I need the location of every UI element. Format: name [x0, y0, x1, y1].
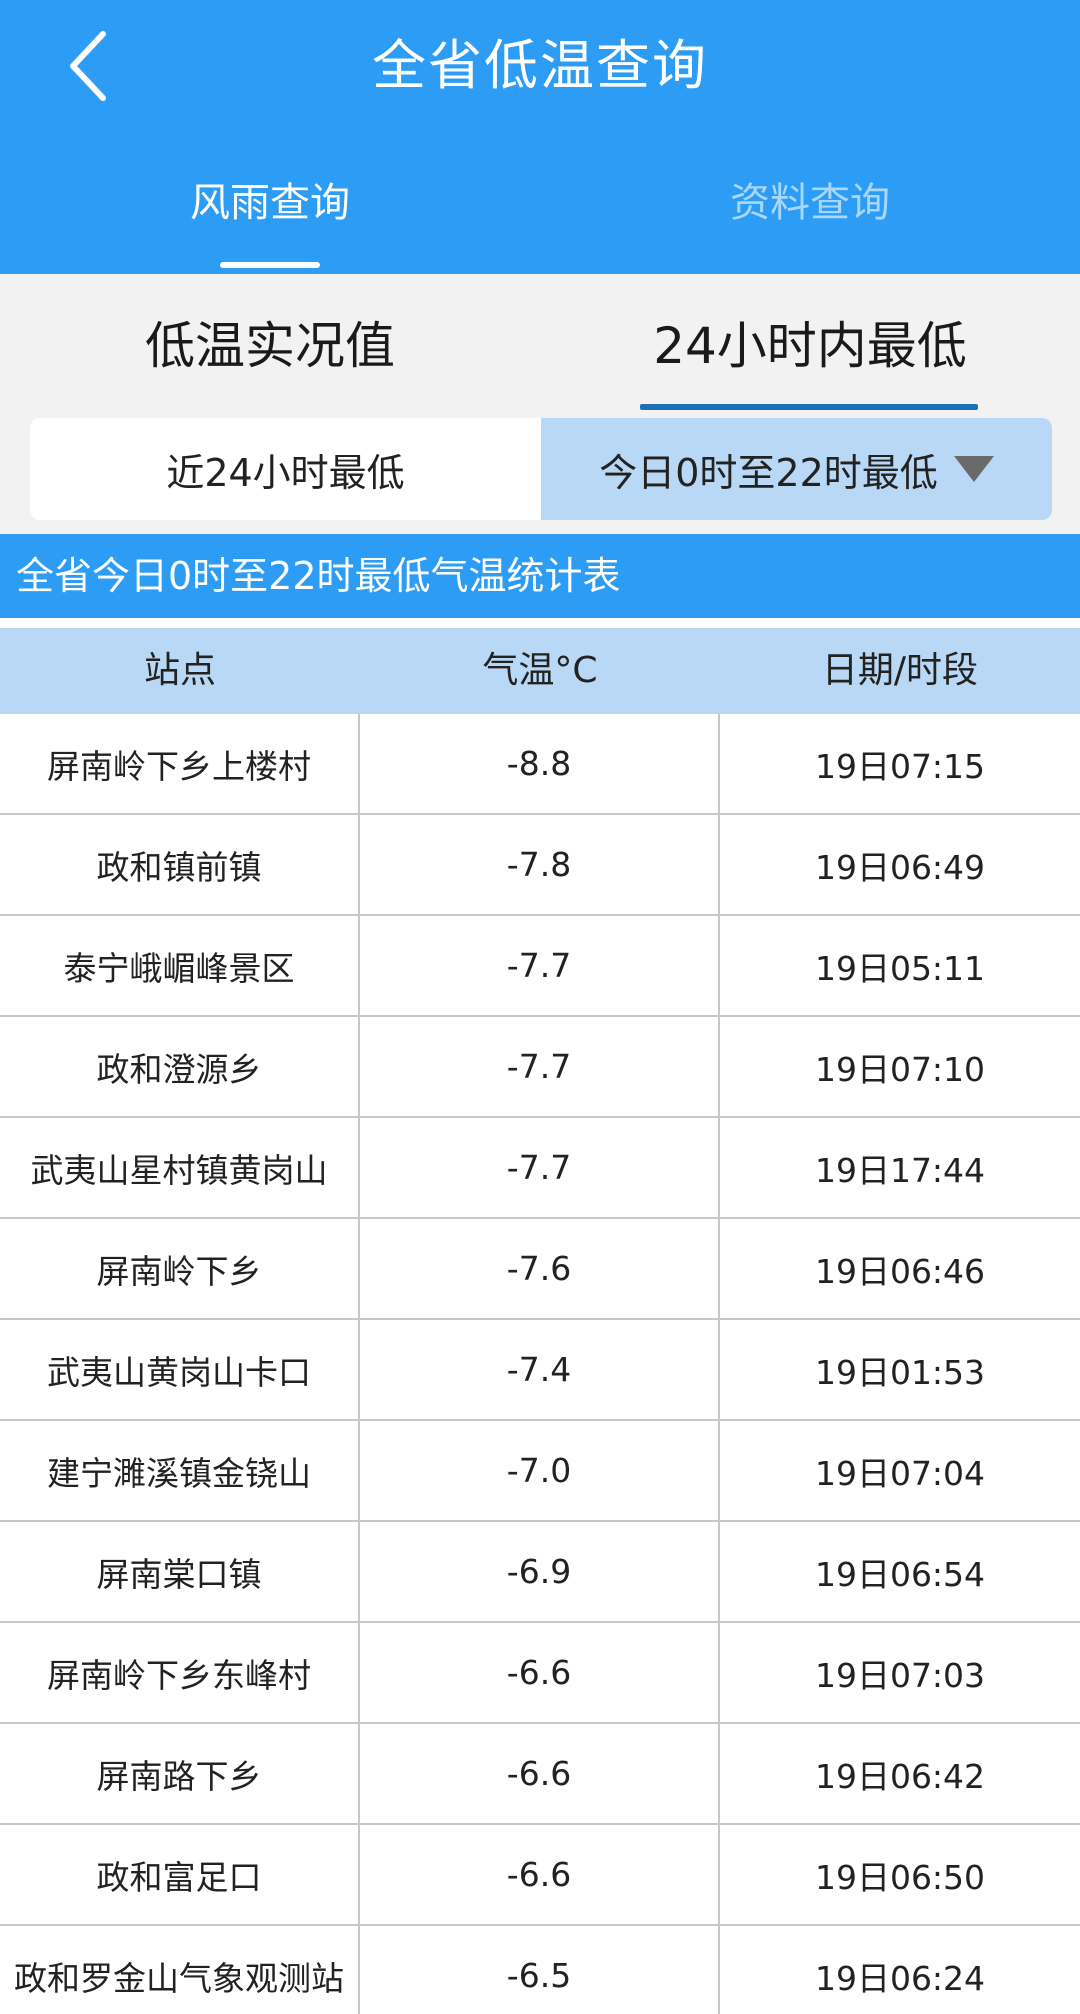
page-title: 全省低温查询: [372, 34, 708, 97]
segment-label: 今日0时至22时最低: [599, 450, 938, 495]
cell-station: 屏南岭下乡东峰村: [0, 1623, 360, 1722]
table-row[interactable]: 政和澄源乡 -7.7 19日07:10: [0, 1017, 1080, 1118]
cell-time: 19日06:42: [814, 1756, 986, 1796]
sub-tab-area: 低温实况值 24小时内最低 近24小时最低 今日0时至22时最低: [0, 274, 1080, 534]
table-row[interactable]: 政和罗金山气象观测站 -6.5 19日06:24: [0, 1926, 1080, 2014]
sub-tab-active-indicator: [640, 404, 978, 410]
cell-temperature: -6.9: [360, 1522, 720, 1621]
cell-time: 19日06:50: [814, 1857, 986, 1897]
table-row[interactable]: 建宁濉溪镇金铙山 -7.0 19日07:04: [0, 1421, 1080, 1522]
column-header-station: 站点: [143, 650, 216, 691]
segment-today-0-22[interactable]: 今日0时至22时最低: [541, 418, 1052, 520]
cell-temperature: -7.7: [360, 1118, 720, 1217]
cell-station: 政和罗金山气象观测站: [0, 1926, 360, 2014]
segmented-control: 近24小时最低 今日0时至22时最低: [30, 418, 1052, 520]
table-row[interactable]: 政和富足口 -6.6 19日06:50: [0, 1825, 1080, 1926]
cell-station: 屏南岭下乡上楼村: [0, 714, 360, 813]
cell-station: 政和镇前镇: [0, 815, 360, 914]
cell-station: 政和富足口: [0, 1825, 360, 1924]
table-header: 站点 气温°C 日期/时段: [0, 628, 1080, 714]
cell-station: 屏南棠口镇: [0, 1522, 360, 1621]
tab-24h-lowest[interactable]: 24小时内最低: [540, 310, 1080, 382]
triangle-down-icon: [953, 456, 994, 482]
cell-station: 屏南岭下乡: [0, 1219, 360, 1318]
segment-label: 近24小时最低: [166, 450, 405, 495]
cell-temperature: -8.8: [360, 714, 720, 813]
cell-time: 19日06:46: [814, 1251, 986, 1291]
table-body: 屏南岭下乡上楼村 -8.8 19日07:15 政和镇前镇 -7.8 19日06:49 泰宁峨…: [0, 714, 1080, 2014]
cell-station: 建宁濉溪镇金铙山: [0, 1421, 360, 1520]
cell-time: 19日07:03: [814, 1655, 986, 1695]
cell-time: 19日17:44: [814, 1150, 986, 1190]
cell-temperature: -7.7: [360, 916, 720, 1015]
tab-active-indicator: [220, 262, 320, 268]
cell-temperature: -7.6: [360, 1219, 720, 1318]
cell-temperature: -7.8: [360, 815, 720, 914]
cell-temperature: -7.4: [360, 1320, 720, 1419]
segment-last-24h[interactable]: 近24小时最低: [30, 418, 541, 520]
table-row[interactable]: 屏南岭下乡上楼村 -8.8 19日07:15: [0, 714, 1080, 815]
table-row[interactable]: 武夷山黄岗山卡口 -7.4 19日01:53: [0, 1320, 1080, 1421]
cell-time: 19日07:04: [814, 1453, 986, 1493]
table-row[interactable]: 屏南岭下乡东峰村 -6.6 19日07:03: [0, 1623, 1080, 1724]
cell-time: 19日07:10: [814, 1049, 986, 1089]
cell-time: 19日05:11: [814, 948, 986, 988]
table-row[interactable]: 武夷山星村镇黄岗山 -7.7 19日17:44: [0, 1118, 1080, 1219]
table-row[interactable]: 屏南路下乡 -6.6 19日06:42: [0, 1724, 1080, 1825]
tab-wind-rain-query[interactable]: 风雨查询: [0, 168, 540, 238]
cell-temperature: -6.5: [360, 1926, 720, 2014]
table-row[interactable]: 屏南棠口镇 -6.9 19日06:54: [0, 1522, 1080, 1623]
table-row[interactable]: 政和镇前镇 -7.8 19日06:49: [0, 815, 1080, 916]
cell-temperature: -7.0: [360, 1421, 720, 1520]
cell-time: 19日06:24: [814, 1958, 986, 1998]
cell-station: 屏南路下乡: [0, 1724, 360, 1823]
cell-temperature: -6.6: [360, 1825, 720, 1924]
table-title: 全省今日0时至22时最低气温统计表: [0, 534, 1080, 618]
cell-station: 政和澄源乡: [0, 1017, 360, 1116]
column-header-temperature: 气温°C: [482, 650, 598, 691]
cell-station: 武夷山星村镇黄岗山: [0, 1118, 360, 1217]
tab-data-query[interactable]: 资料查询: [540, 168, 1080, 238]
cell-time: 19日06:54: [814, 1554, 986, 1594]
table-row[interactable]: 屏南岭下乡 -7.6 19日06:46: [0, 1219, 1080, 1320]
tab-low-temp-live[interactable]: 低温实况值: [0, 310, 540, 382]
cell-time: 19日07:15: [814, 746, 986, 786]
app-header: 全省低温查询 风雨查询 资料查询: [0, 0, 1080, 274]
cell-time: 19日01:53: [814, 1352, 986, 1392]
column-header-time: 日期/时段: [821, 650, 979, 691]
cell-time: 19日06:49: [814, 847, 986, 887]
cell-station: 泰宁峨嵋峰景区: [0, 916, 360, 1015]
cell-temperature: -6.6: [360, 1724, 720, 1823]
cell-station: 武夷山黄岗山卡口: [0, 1320, 360, 1419]
cell-temperature: -6.6: [360, 1623, 720, 1722]
table-row[interactable]: 泰宁峨嵋峰景区 -7.7 19日05:11: [0, 916, 1080, 1017]
cell-temperature: -7.7: [360, 1017, 720, 1116]
